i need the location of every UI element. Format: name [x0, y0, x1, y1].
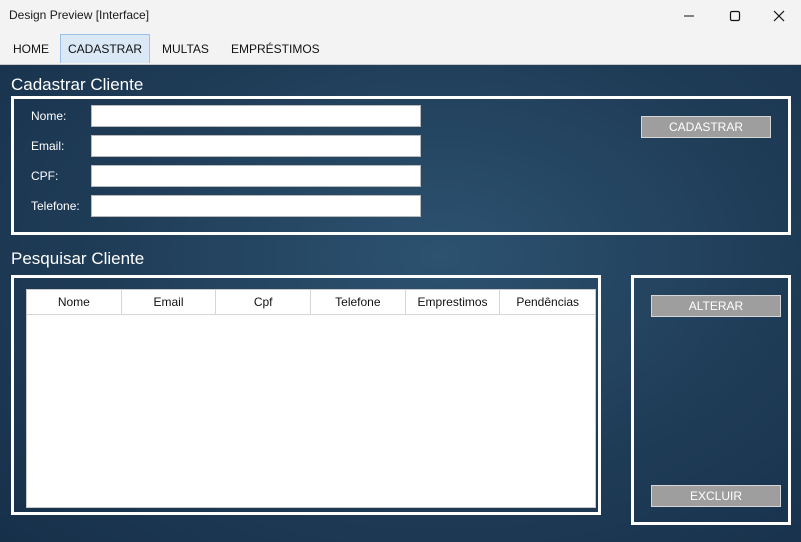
- app-window: Design Preview [Interface] HOME CADASTRA…: [0, 0, 801, 542]
- column-header-pendencias[interactable]: Pendências: [500, 290, 595, 314]
- email-label: Email:: [31, 139, 65, 153]
- cpf-field[interactable]: [91, 165, 421, 187]
- table-header: Nome Email Cpf Telefone Emprestimos Pend…: [27, 290, 595, 315]
- tab-content: Cadastrar Cliente Nome: Email: CPF: Tele…: [0, 65, 801, 542]
- pesquisar-section-title: Pesquisar Cliente: [11, 249, 145, 268]
- tab-emprestimos[interactable]: EMPRÉSTIMOS: [221, 34, 330, 63]
- cpf-label: CPF:: [31, 169, 59, 183]
- tab-home[interactable]: HOME: [3, 34, 59, 63]
- tab-multas[interactable]: MULTAS: [152, 34, 219, 63]
- minimize-icon: [684, 15, 694, 17]
- nome-field[interactable]: [91, 105, 421, 127]
- alterar-button[interactable]: ALTERAR: [651, 295, 781, 317]
- maximize-icon: [729, 10, 741, 22]
- cadastrar-frame: Nome: Email: CPF: Telefone: CADASTRAR: [11, 96, 791, 235]
- column-header-telefone[interactable]: Telefone: [311, 290, 406, 314]
- window-title: Design Preview [Interface]: [9, 8, 150, 22]
- cadastrar-section-title: Cadastrar Cliente: [11, 75, 144, 94]
- minimize-button[interactable]: [666, 0, 712, 32]
- maximize-button[interactable]: [712, 0, 758, 32]
- nome-label: Nome:: [31, 109, 67, 123]
- clients-table[interactable]: Nome Email Cpf Telefone Emprestimos Pend…: [26, 289, 596, 508]
- close-icon: [773, 10, 785, 22]
- excluir-button[interactable]: EXCLUIR: [651, 485, 781, 507]
- column-header-email[interactable]: Email: [122, 290, 217, 314]
- email-field[interactable]: [91, 135, 421, 157]
- cadastrar-button[interactable]: CADASTRAR: [641, 116, 771, 138]
- title-bar: Design Preview [Interface]: [0, 0, 801, 32]
- telefone-label: Telefone:: [31, 199, 80, 213]
- actions-frame: ALTERAR EXCLUIR: [631, 275, 791, 525]
- column-header-emprestimos[interactable]: Emprestimos: [406, 290, 501, 314]
- telefone-field[interactable]: [91, 195, 421, 217]
- close-button[interactable]: [756, 0, 801, 32]
- tab-cadastrar[interactable]: CADASTRAR: [60, 34, 150, 63]
- tab-bar: HOME CADASTRAR MULTAS EMPRÉSTIMOS: [0, 33, 801, 65]
- column-header-nome[interactable]: Nome: [27, 290, 122, 314]
- pesquisar-frame: Nome Email Cpf Telefone Emprestimos Pend…: [11, 275, 601, 515]
- column-header-cpf[interactable]: Cpf: [216, 290, 312, 314]
